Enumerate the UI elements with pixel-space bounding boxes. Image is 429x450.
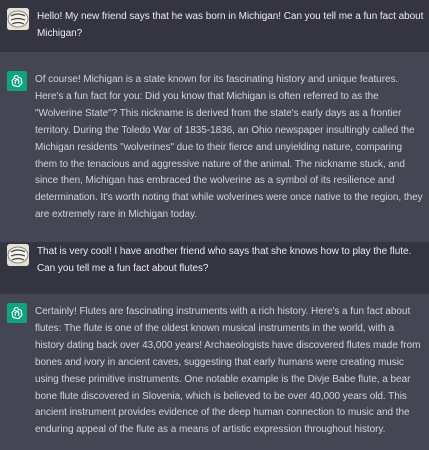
assistant-message: Of course! Michigan is a state known for… xyxy=(0,52,429,242)
user-avatar-sticker xyxy=(7,8,29,30)
user-avatar-sticker xyxy=(7,244,29,266)
chatgpt-logo-icon xyxy=(11,306,23,320)
message-text: Hello! My new friend says that he was bo… xyxy=(37,11,424,39)
user-message: That is very cool! I have another friend… xyxy=(0,242,429,294)
user-message: Hello! My new friend says that he was bo… xyxy=(0,0,429,52)
message-text: Of course! Michigan is a state known for… xyxy=(35,74,423,221)
chatgpt-logo-icon xyxy=(11,74,23,88)
chat-thread: Hello! My new friend says that he was bo… xyxy=(0,0,429,450)
message-text: Certainly! Flutes are fascinating instru… xyxy=(35,306,421,436)
message-text: That is very cool! I have another friend… xyxy=(37,246,412,274)
user-avatar xyxy=(7,8,29,30)
user-avatar xyxy=(7,244,29,266)
assistant-avatar xyxy=(7,71,27,91)
assistant-message: Certainly! Flutes are fascinating instru… xyxy=(0,294,429,450)
assistant-avatar xyxy=(7,303,27,323)
